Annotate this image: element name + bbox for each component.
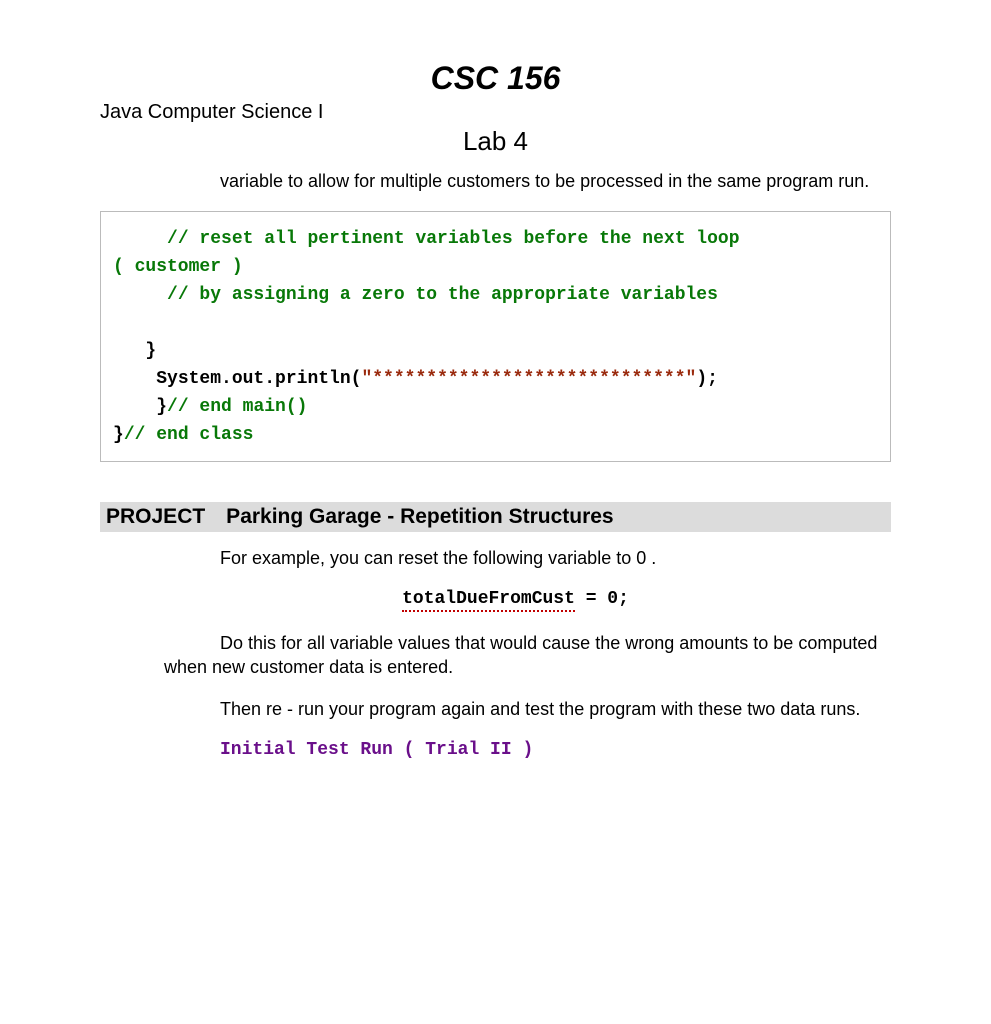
test-run-title: Initial Test Run ( Trial II ) <box>100 740 891 760</box>
paragraph-rerun: Then re - run your program again and tes… <box>100 697 891 721</box>
paragraph-reset: Do this for all variable values that wou… <box>100 631 891 680</box>
code-line: }// end class <box>113 425 253 445</box>
code-line: }// end main() <box>113 397 307 417</box>
code-line: System.out.println("********************… <box>113 369 718 389</box>
inline-code: totalDueFromCust = 0; <box>100 589 891 609</box>
inline-code-variable: totalDueFromCust <box>402 589 575 612</box>
course-code: CSC 156 <box>100 60 891 97</box>
code-line: // reset all pertinent variables before … <box>113 229 740 249</box>
page: CSC 156 Java Computer Science I Lab 4 va… <box>0 0 991 800</box>
inline-code-rest: = 0; <box>575 589 629 609</box>
paragraph-intro: variable to allow for multiple customers… <box>100 169 891 193</box>
code-line: ( customer ) <box>113 257 243 277</box>
paragraph-example: For example, you can reset the following… <box>100 546 891 570</box>
code-line: // by assigning a zero to the appropriat… <box>113 285 718 305</box>
code-line: } <box>113 341 156 361</box>
lab-title: Lab 4 <box>100 126 891 157</box>
section-header: PROJECT Parking Garage - Repetition Stru… <box>100 502 891 532</box>
code-block: // reset all pertinent variables before … <box>100 211 891 462</box>
course-name: Java Computer Science I <box>100 101 891 124</box>
